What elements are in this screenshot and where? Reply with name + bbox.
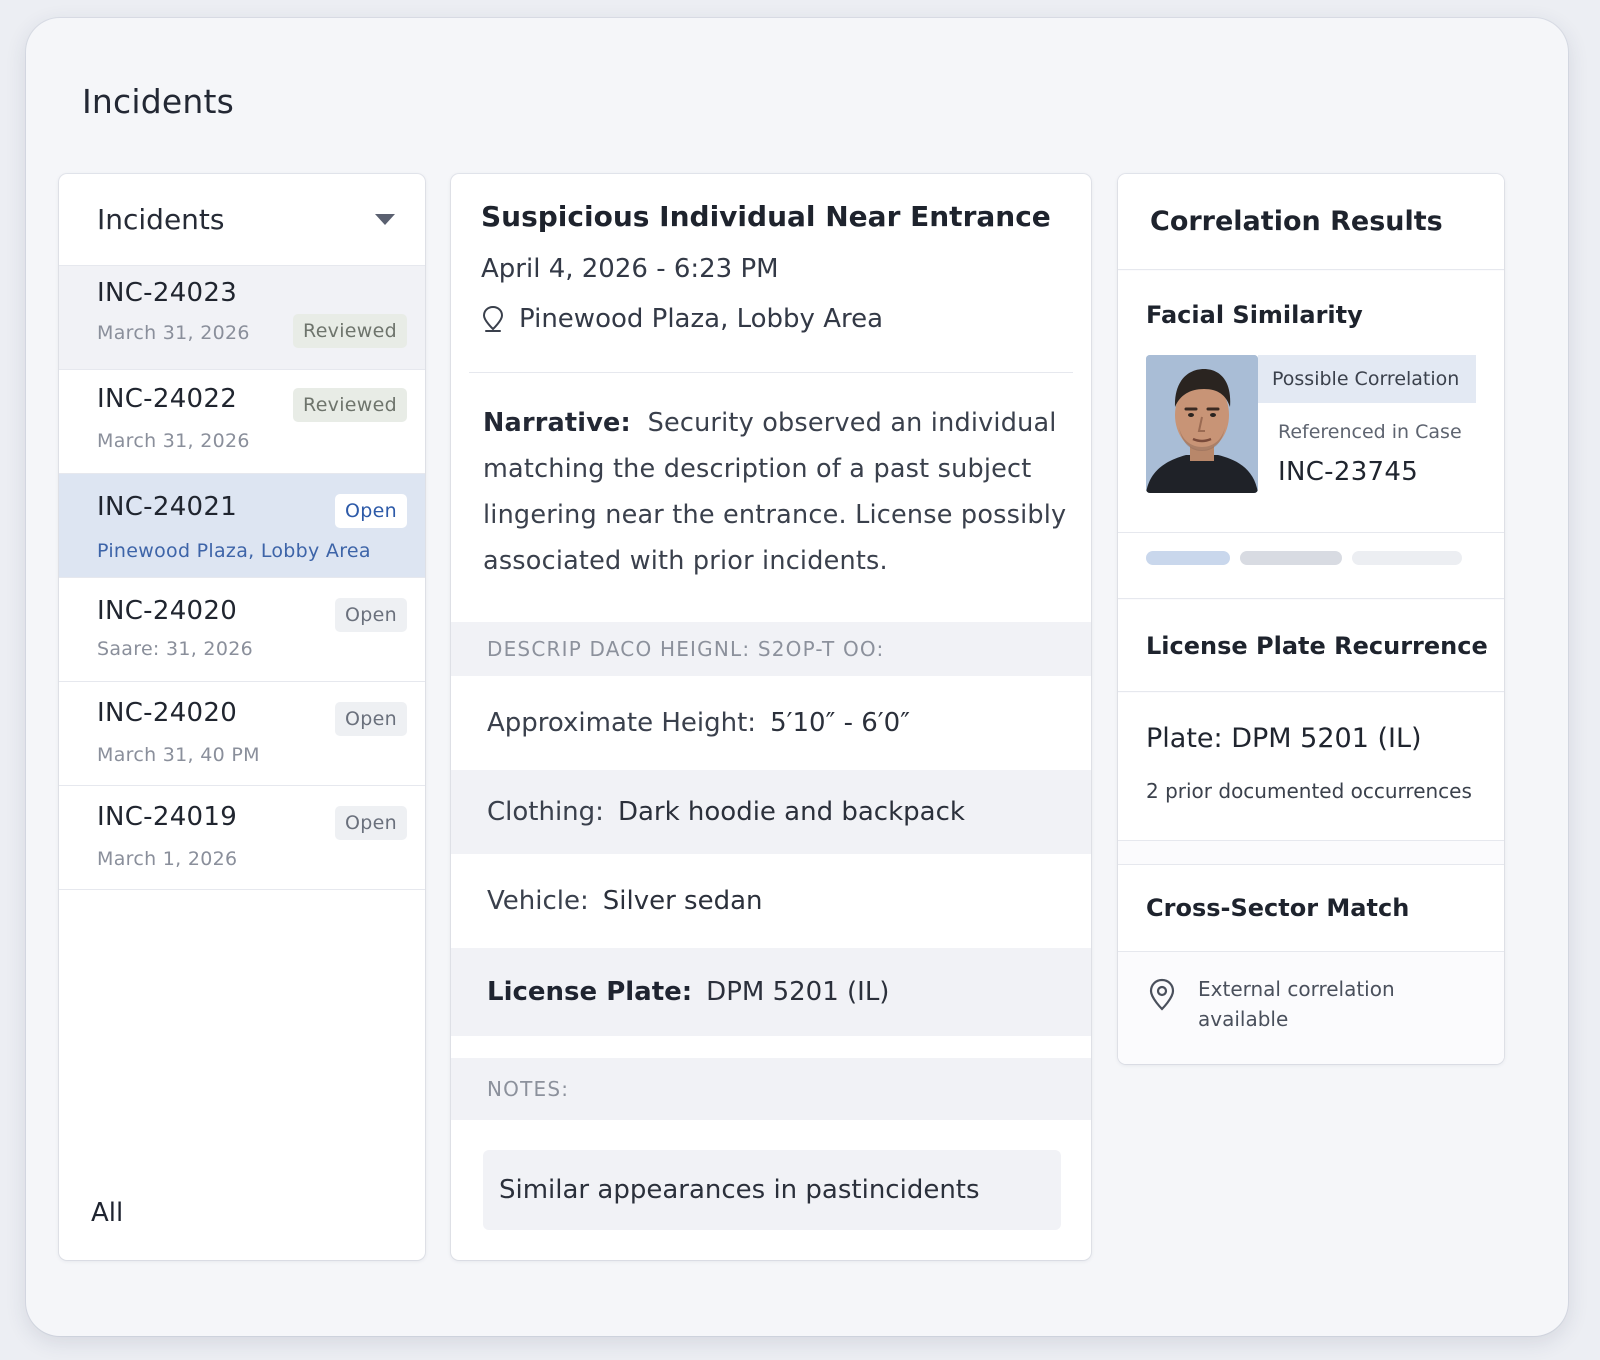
incident-datetime: April 4, 2026 - 6:23 PM: [481, 254, 779, 284]
similarity-bar-group: [1118, 533, 1504, 599]
incident-row[interactable]: INC-24020 Saare: 31, 2026 Open: [59, 578, 425, 682]
incident-id: INC-24021: [97, 492, 238, 522]
filter-all-button[interactable]: All: [91, 1198, 123, 1228]
field-clothing: Clothing: Dark hoodie and backpack: [451, 770, 1091, 854]
narrative-label: Narrative:: [483, 408, 631, 438]
incident-location: Pinewood Plaza, Lobby Area: [481, 304, 883, 334]
incident-row[interactable]: INC-24023 March 31, 2026 Reviewed: [59, 266, 425, 370]
incident-id: INC-24023: [97, 278, 238, 308]
field-vehicle: Vehicle: Silver sedan: [451, 854, 1091, 948]
license-plate-recurrence-card: Plate: DPM 5201 (IL) 2 prior documented …: [1118, 693, 1504, 841]
incident-row[interactable]: INC-24019 March 1, 2026 Open: [59, 786, 425, 890]
app-window: Incidents Incidents INC-24023 March 31, …: [26, 18, 1568, 1336]
cross-sector-title: Cross-Sector Match: [1146, 894, 1410, 922]
avatar[interactable]: [1146, 355, 1258, 493]
incident-row[interactable]: INC-24020 March 31, 40 PM Open: [59, 682, 425, 786]
incident-row[interactable]: INC-24022 March 31, 2026 Reviewed: [59, 370, 425, 474]
referenced-case-id[interactable]: INC-23745: [1278, 457, 1418, 487]
location-pin-icon: [482, 305, 504, 332]
facial-similarity-title: Facial Similarity: [1146, 301, 1363, 329]
status-badge: Reviewed: [293, 388, 407, 422]
incident-dropdown-label: Incidents: [97, 203, 225, 236]
incident-date: March 1, 2026: [97, 848, 238, 870]
field-value: DPM 5201 (IL): [706, 977, 890, 1007]
chevron-down-icon[interactable]: [375, 214, 395, 225]
page-title: Incidents: [82, 82, 235, 121]
similarity-bar: [1352, 551, 1462, 565]
cross-sector-header: Cross-Sector Match: [1118, 864, 1504, 952]
field-value: Silver sedan: [602, 886, 763, 916]
incident-detail-panel: Suspicious Individual Near Entrance Apri…: [451, 174, 1091, 1260]
notes-header: NOTES:: [451, 1058, 1091, 1120]
incident-date: March 31, 2026: [97, 430, 250, 452]
similarity-bar: [1146, 551, 1230, 565]
field-label: Approximate Height:: [487, 708, 757, 738]
facial-similarity-card: Facial Similarity Possible Correlation R…: [1118, 271, 1504, 533]
incident-location-text: Pinewood Plaza, Lobby Area: [519, 304, 884, 334]
field-value: 5′10″ - 6′0″: [770, 708, 910, 738]
cross-sector-text: External correlation available: [1198, 977, 1395, 1031]
notes-text[interactable]: Similar appearances in pastincidents: [483, 1150, 1061, 1230]
status-badge: Open: [335, 494, 407, 528]
incident-date: Saare: 31, 2026: [97, 638, 253, 660]
incident-id: INC-24022: [97, 384, 238, 414]
incident-date: March 31, 40 PM: [97, 744, 260, 766]
similarity-bar: [1240, 551, 1342, 565]
plate-value: Plate: DPM 5201 (IL): [1146, 723, 1422, 754]
field-label: Clothing:: [487, 797, 604, 827]
incident-list-panel: Incidents INC-24023 March 31, 2026 Revie…: [59, 174, 425, 1260]
correlation-panel: Correlation Results Facial Similarity Po…: [1118, 174, 1504, 1064]
correlation-title: Correlation Results: [1118, 174, 1504, 270]
status-badge: Open: [335, 702, 407, 736]
referenced-case-label: Referenced in Case: [1278, 421, 1462, 443]
incident-date: March 31, 2026: [97, 322, 250, 344]
incident-title: Suspicious Individual Near Entrance: [481, 200, 1051, 233]
possible-correlation-tag: Possible Correlation: [1258, 355, 1476, 403]
incident-dropdown[interactable]: Incidents: [59, 174, 425, 266]
license-plate-recurrence-header: License Plate Recurrence: [1118, 600, 1504, 692]
location-pin-icon: [1149, 978, 1175, 1011]
field-license-plate: License Plate: DPM 5201 (IL): [451, 948, 1091, 1036]
header-divider: [469, 372, 1073, 373]
status-badge: Open: [335, 598, 407, 632]
incident-id: INC-24019: [97, 802, 238, 832]
field-label: License Plate:: [487, 977, 693, 1007]
description-header: DESCRIP DACO HEIGNL: S2OP-T OO:: [451, 622, 1091, 676]
field-value: Dark hoodie and backpack: [617, 797, 965, 827]
license-plate-recurrence-title: License Plate Recurrence: [1146, 631, 1488, 660]
incident-id: INC-24020: [97, 698, 238, 728]
status-badge: Open: [335, 806, 407, 840]
field-height: Approximate Height: 5′10″ - 6′0″: [451, 676, 1091, 770]
plate-occurrences[interactable]: 2 prior documented occurrences: [1146, 779, 1472, 803]
cross-sector-card[interactable]: External correlation available: [1118, 952, 1504, 1064]
field-label: Vehicle:: [487, 886, 589, 916]
incident-location: Pinewood Plaza, Lobby Area: [97, 540, 371, 562]
incident-row-selected[interactable]: INC-24021 Pinewood Plaza, Lobby Area Ope…: [59, 474, 425, 578]
narrative: Narrative: Security observed an individu…: [483, 400, 1067, 584]
face-photo-icon: [1146, 355, 1258, 493]
status-badge: Reviewed: [293, 314, 407, 348]
incident-id: INC-24020: [97, 596, 238, 626]
